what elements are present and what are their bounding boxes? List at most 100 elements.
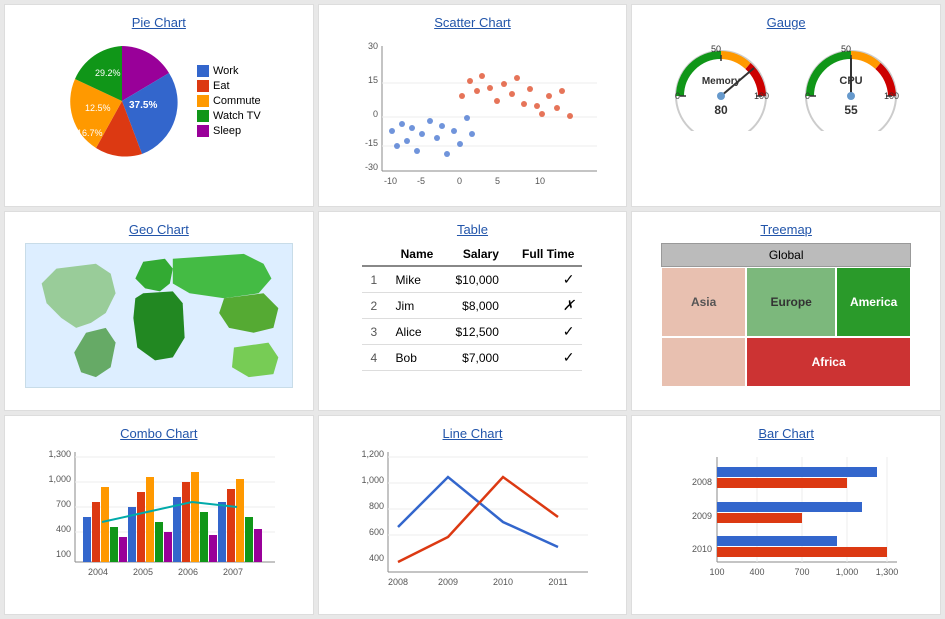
row3-num: 3 <box>362 319 387 345</box>
scatter-chart-card: Scatter Chart 30 15 0 -15 -30 -10 -5 0 5… <box>318 4 628 207</box>
svg-text:2008: 2008 <box>388 577 408 587</box>
combo-chart-svg: 1,300 1,000 700 400 100 2004 2005 2006 2… <box>35 447 283 595</box>
svg-text:2010: 2010 <box>493 577 513 587</box>
svg-text:0: 0 <box>805 91 810 101</box>
svg-text:2006: 2006 <box>178 567 198 577</box>
memory-gauge-svg: 0 100 50 Memory 80 <box>666 36 776 131</box>
svg-text:16.7%: 16.7% <box>77 128 103 138</box>
svg-text:29.2%: 29.2% <box>95 68 121 78</box>
treemap-asia: Asia <box>661 267 746 337</box>
legend-color-commute <box>197 95 209 107</box>
svg-text:100: 100 <box>754 91 769 101</box>
pie-chart-title[interactable]: Pie Chart <box>132 15 186 30</box>
svg-text:1,000: 1,000 <box>362 475 385 485</box>
legend-color-sleep <box>197 125 209 137</box>
geo-chart-svg <box>25 243 293 388</box>
svg-text:50: 50 <box>711 44 721 54</box>
svg-text:2007: 2007 <box>223 567 243 577</box>
row2-salary: $8,000 <box>441 293 507 319</box>
svg-text:100: 100 <box>710 567 725 577</box>
treemap-europe: Europe <box>746 267 836 337</box>
svg-text:100: 100 <box>884 91 899 101</box>
table-header-name: Name <box>388 243 442 266</box>
data-table: Name Salary Full Time 1 Mike $10,000 ✓ 2… <box>362 243 582 371</box>
bar-chart-svg: 100 400 700 1,000 1,300 2008 2009 2010 <box>662 447 910 595</box>
svg-text:-5: -5 <box>417 176 425 186</box>
treemap-asia-bottom <box>661 337 746 387</box>
legend-label-sleep: Sleep <box>213 125 241 137</box>
row2-fulltime: ✗ <box>507 293 583 319</box>
treemap-card: Treemap Global Asia Europe America Afric… <box>631 211 941 411</box>
combo-chart-card: Combo Chart 1,300 1,000 700 400 100 2004… <box>4 415 314 615</box>
gauge-card: Gauge 0 <box>631 4 941 207</box>
line-chart-title[interactable]: Line Chart <box>443 426 503 441</box>
svg-text:5: 5 <box>495 176 500 186</box>
legend-commute: Commute <box>197 95 261 107</box>
svg-text:2009: 2009 <box>692 511 712 521</box>
treemap-row2: Africa <box>661 337 911 387</box>
svg-text:2008: 2008 <box>692 477 712 487</box>
treemap-africa: Africa <box>746 337 911 387</box>
row4-num: 4 <box>362 345 387 371</box>
svg-text:10: 10 <box>535 176 545 186</box>
geo-chart-title[interactable]: Geo Chart <box>129 222 189 237</box>
row1-fulltime: ✓ <box>507 266 583 293</box>
svg-text:0: 0 <box>675 91 680 101</box>
svg-text:Memory: Memory <box>702 76 741 87</box>
table-card: Table Name Salary Full Time 1 Mike $10,0… <box>318 211 628 411</box>
svg-text:700: 700 <box>795 567 810 577</box>
svg-text:30: 30 <box>368 41 378 51</box>
row1-salary: $10,000 <box>441 266 507 293</box>
scatter-chart-svg: 30 15 0 -15 -30 -10 -5 0 5 10 <box>342 36 602 196</box>
svg-text:1,000: 1,000 <box>48 474 71 484</box>
svg-text:1,000: 1,000 <box>836 567 859 577</box>
pie-chart-card: Pie Chart 37.5% 16.7% 12.5% 29.2% <box>4 4 314 207</box>
scatter-chart-title[interactable]: Scatter Chart <box>434 15 511 30</box>
row4-fulltime: ✓ <box>507 345 583 371</box>
svg-text:600: 600 <box>369 527 384 537</box>
row3-name: Alice <box>388 319 442 345</box>
combo-chart-title[interactable]: Combo Chart <box>120 426 197 441</box>
pie-chart-container: 37.5% 16.7% 12.5% 29.2% Work Eat Commute <box>57 36 261 166</box>
svg-text:0: 0 <box>457 176 462 186</box>
cpu-gauge-wrapper: 0 100 50 CPU 55 <box>796 36 906 131</box>
svg-text:1,200: 1,200 <box>362 449 385 459</box>
treemap-title[interactable]: Treemap <box>760 222 812 237</box>
treemap-america: America <box>836 267 911 337</box>
treemap-row1: Asia Europe America <box>661 267 911 337</box>
svg-text:100: 100 <box>56 549 71 559</box>
svg-text:CPU: CPU <box>840 75 863 87</box>
svg-text:12.5%: 12.5% <box>85 103 111 113</box>
gauge-title[interactable]: Gauge <box>767 15 806 30</box>
row1-name: Mike <box>388 266 442 293</box>
legend-label-commute: Commute <box>213 95 261 107</box>
legend-color-work <box>197 65 209 77</box>
line-chart-card: Line Chart 1,200 1,000 800 600 400 2008 … <box>318 415 628 615</box>
row2-num: 2 <box>362 293 387 319</box>
table-row: 3 Alice $12,500 ✓ <box>362 319 582 345</box>
table-title[interactable]: Table <box>457 222 488 237</box>
row2-name: Jim <box>388 293 442 319</box>
svg-text:1,300: 1,300 <box>48 449 71 459</box>
svg-text:15: 15 <box>368 75 378 85</box>
svg-text:2005: 2005 <box>133 567 153 577</box>
svg-text:37.5%: 37.5% <box>129 100 157 111</box>
gauge-container: 0 100 50 Memory 80 <box>666 36 906 131</box>
svg-text:50: 50 <box>841 44 851 54</box>
svg-text:700: 700 <box>56 499 71 509</box>
table-row: 2 Jim $8,000 ✗ <box>362 293 582 319</box>
cpu-gauge-svg: 0 100 50 CPU 55 <box>796 36 906 131</box>
bar-chart-title[interactable]: Bar Chart <box>758 426 814 441</box>
table-row: 1 Mike $10,000 ✓ <box>362 266 582 293</box>
treemap-container: Global Asia Europe America Africa <box>661 243 911 387</box>
pie-chart-svg: 37.5% 16.7% 12.5% 29.2% <box>57 36 187 166</box>
svg-text:400: 400 <box>750 567 765 577</box>
svg-text:1,300: 1,300 <box>876 567 899 577</box>
svg-text:2010: 2010 <box>692 544 712 554</box>
line-chart-svg: 1,200 1,000 800 600 400 2008 2009 2010 2… <box>348 447 596 602</box>
svg-text:-30: -30 <box>365 162 378 172</box>
legend-sleep: Sleep <box>197 125 261 137</box>
main-grid: Pie Chart 37.5% 16.7% 12.5% 29.2% <box>0 0 945 619</box>
svg-text:-10: -10 <box>384 176 397 186</box>
legend-color-eat <box>197 80 209 92</box>
